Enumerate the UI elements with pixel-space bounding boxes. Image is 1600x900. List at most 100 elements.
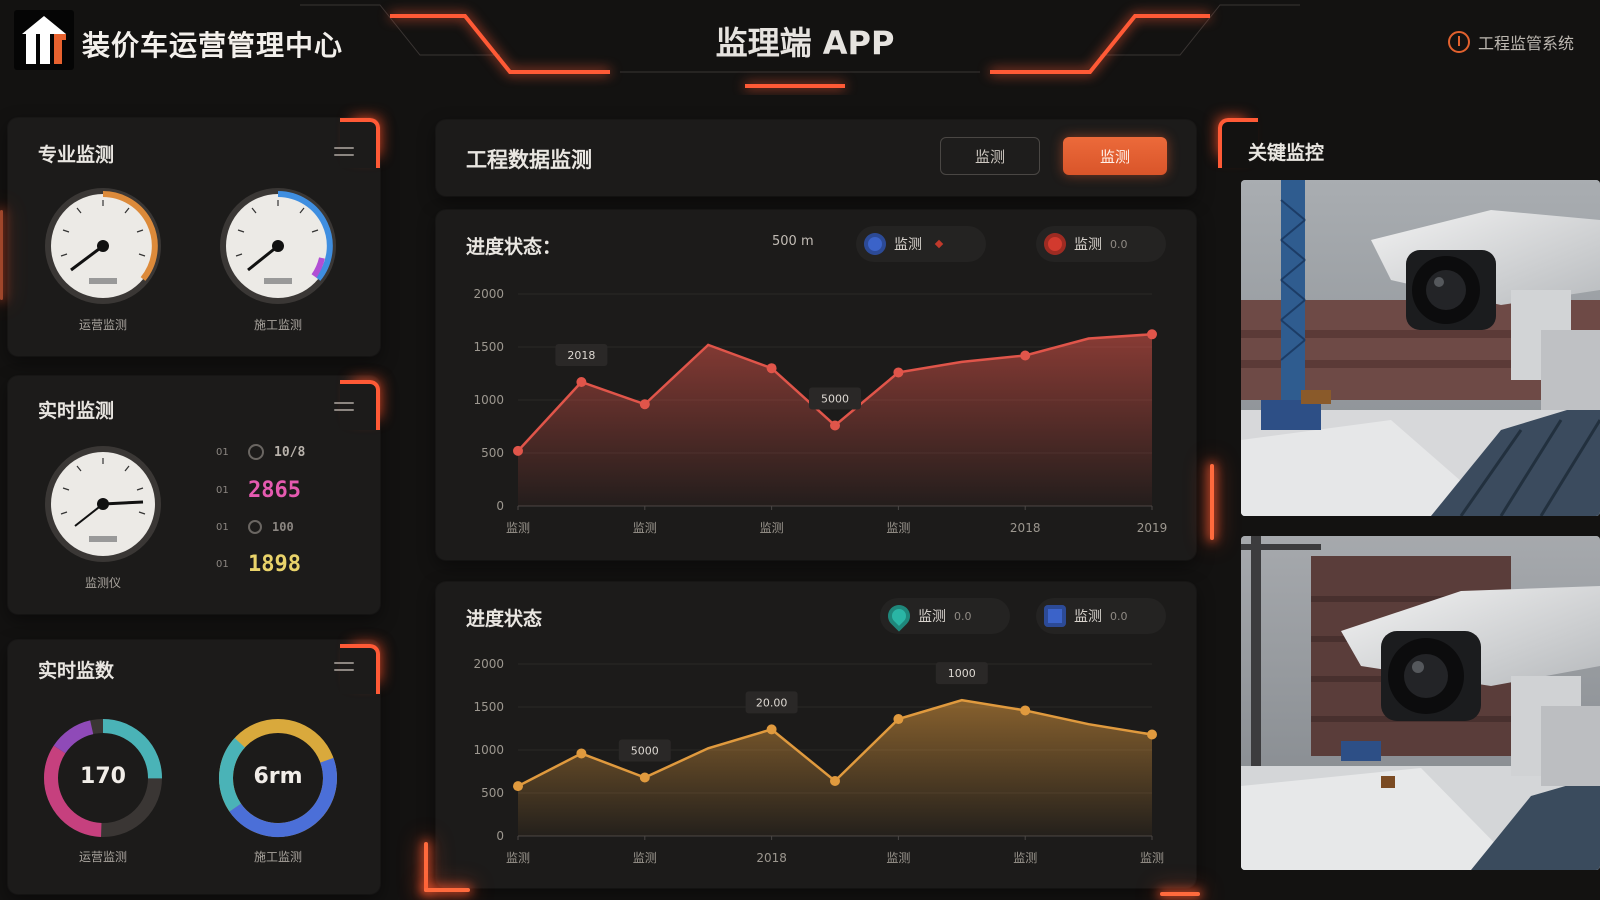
- gauge-caption: 运营监测: [78, 318, 127, 332]
- schedule-area-chart: 0 500 1000 1500 2000 监测 监测 2018 监测 监测 监测 5000 20.00 1…: [473, 657, 1164, 865]
- data-point: [766, 724, 777, 735]
- data-point: [830, 775, 840, 786]
- accent-glow: [0, 210, 3, 300]
- x-tick-label: 监测: [506, 851, 530, 865]
- donut-caption: 运营监测: [78, 850, 127, 864]
- speed-gauge-2: [220, 188, 336, 304]
- data-point: [766, 363, 777, 374]
- y-tick-label: 0: [496, 499, 504, 513]
- page-title: 工程数据监测: [466, 148, 592, 172]
- donut-value: 170: [80, 764, 126, 789]
- chart-summary: 500 m: [772, 234, 814, 249]
- realtime-monitor-panel: 实时监测 监测仪 01 10/8 01 2865 01 100 01 1898: [8, 376, 380, 614]
- x-tick-label: 监测: [633, 521, 657, 535]
- data-point: [639, 399, 650, 410]
- data-point: [1147, 729, 1157, 740]
- x-tick-label: 监测: [506, 521, 530, 535]
- legend-chip[interactable]: 监测: [856, 226, 986, 262]
- x-tick-label: 监测: [1140, 851, 1164, 865]
- camera-feed-1[interactable]: [1241, 180, 1600, 516]
- panel-title: 实时监数: [38, 660, 115, 682]
- legend-chip[interactable]: 监测 0.0: [1036, 226, 1166, 262]
- y-tick-label: 500: [481, 446, 504, 460]
- stat-row: 01 1898: [216, 552, 301, 577]
- y-tick-label: 1500: [473, 700, 504, 714]
- chart-title: 进度状态: [466, 608, 543, 630]
- panel-corner-accent: [340, 380, 380, 430]
- data-point: [893, 367, 904, 378]
- gauge-caption: 施工监测: [253, 318, 302, 332]
- legend-chip[interactable]: 监测 0.0: [1036, 598, 1166, 634]
- data-label: 20.00: [745, 691, 798, 714]
- stat-value: 10/8: [274, 444, 306, 460]
- area-fill: [518, 700, 1152, 836]
- panel-title: 实时监测: [38, 400, 115, 422]
- professional-monitor-panel: 专业监测 运营监测 施工监测: [8, 118, 380, 356]
- accent-glow: [424, 842, 428, 892]
- data-label: 2018: [555, 343, 608, 366]
- data-point: [1020, 350, 1031, 361]
- data-point: [1147, 329, 1157, 340]
- speed-gauge-3: [45, 446, 161, 562]
- x-tick-label: 2019: [1137, 521, 1168, 535]
- water-drop-icon: [883, 600, 915, 632]
- data-point: [576, 376, 587, 387]
- app-title: 监理端 APP: [715, 24, 895, 62]
- y-tick-label: 500: [481, 786, 504, 800]
- x-tick-label: 2018: [1010, 521, 1041, 535]
- secondary-button[interactable]: 监测: [940, 137, 1040, 175]
- camera-section-title: 关键监控: [1248, 142, 1325, 164]
- svg-text:5000: 5000: [631, 745, 659, 758]
- x-tick-label: 监测: [760, 521, 784, 535]
- data-point: [893, 714, 904, 725]
- stat-value: 100: [272, 520, 294, 534]
- accent-glow: [424, 888, 470, 892]
- gauge-caption: 监测仪: [84, 576, 121, 590]
- realtime-data-panel: 实时监数 170 运营监测 6rm 施工监测: [8, 640, 380, 894]
- chart-title: 进度状态：: [466, 236, 562, 258]
- y-tick-label: 2000: [473, 287, 504, 301]
- legend-dot-icon: [1044, 605, 1066, 627]
- data-point: [1020, 705, 1031, 716]
- donut-value: 6rm: [253, 764, 303, 789]
- data-point: [830, 420, 840, 431]
- y-tick-label: 0: [496, 829, 504, 843]
- y-tick-label: 2000: [473, 657, 504, 671]
- data-label: 5000: [809, 387, 861, 410]
- stat-row: 01 100: [216, 520, 294, 534]
- y-tick-label: 1000: [473, 743, 504, 757]
- diamond-icon: [934, 239, 944, 249]
- stat-row: 01 2865: [216, 478, 301, 503]
- x-tick-label: 监测: [633, 851, 657, 865]
- svg-text:20.00: 20.00: [756, 696, 788, 709]
- camera-image: [1241, 536, 1600, 870]
- camera-feed-2[interactable]: [1241, 536, 1600, 870]
- power-icon: [1448, 31, 1470, 53]
- x-tick-label: 监测: [1013, 851, 1037, 865]
- legend-dot-icon: [864, 233, 886, 255]
- y-tick-label: 1500: [473, 340, 504, 354]
- svg-text:1000: 1000: [948, 667, 976, 680]
- accent-glow: [1210, 464, 1214, 540]
- donut-caption: 施工监测: [253, 850, 302, 864]
- y-tick-label: 1000: [473, 393, 504, 407]
- progress-area-chart: 0 500 1000 1500 2000 监测 监测 监测 监测 2018 2019 2018 5000: [473, 287, 1168, 535]
- accent-glow: [1160, 892, 1200, 896]
- speed-gauge-1: [45, 188, 161, 304]
- svg-text:2018: 2018: [567, 349, 595, 362]
- legend-dot-icon: [1044, 233, 1066, 255]
- stat-row: 01 10/8: [216, 444, 306, 460]
- data-point: [576, 748, 587, 759]
- header: 装价车运营管理中心 监理端 APP 工程监管系统: [0, 0, 1600, 90]
- right-status: 工程监管系统: [1478, 34, 1575, 53]
- data-point: [639, 772, 650, 783]
- data-point: [513, 781, 523, 792]
- stat-value: 2865: [248, 478, 301, 503]
- circle-icon: [248, 444, 264, 460]
- data-point: [513, 445, 523, 456]
- primary-button[interactable]: 监测: [1063, 137, 1167, 175]
- svg-text:5000: 5000: [821, 392, 849, 405]
- legend-chip[interactable]: 监测 0.0: [880, 598, 1010, 634]
- x-tick-label: 监测: [886, 851, 910, 865]
- data-label: 5000: [618, 739, 671, 762]
